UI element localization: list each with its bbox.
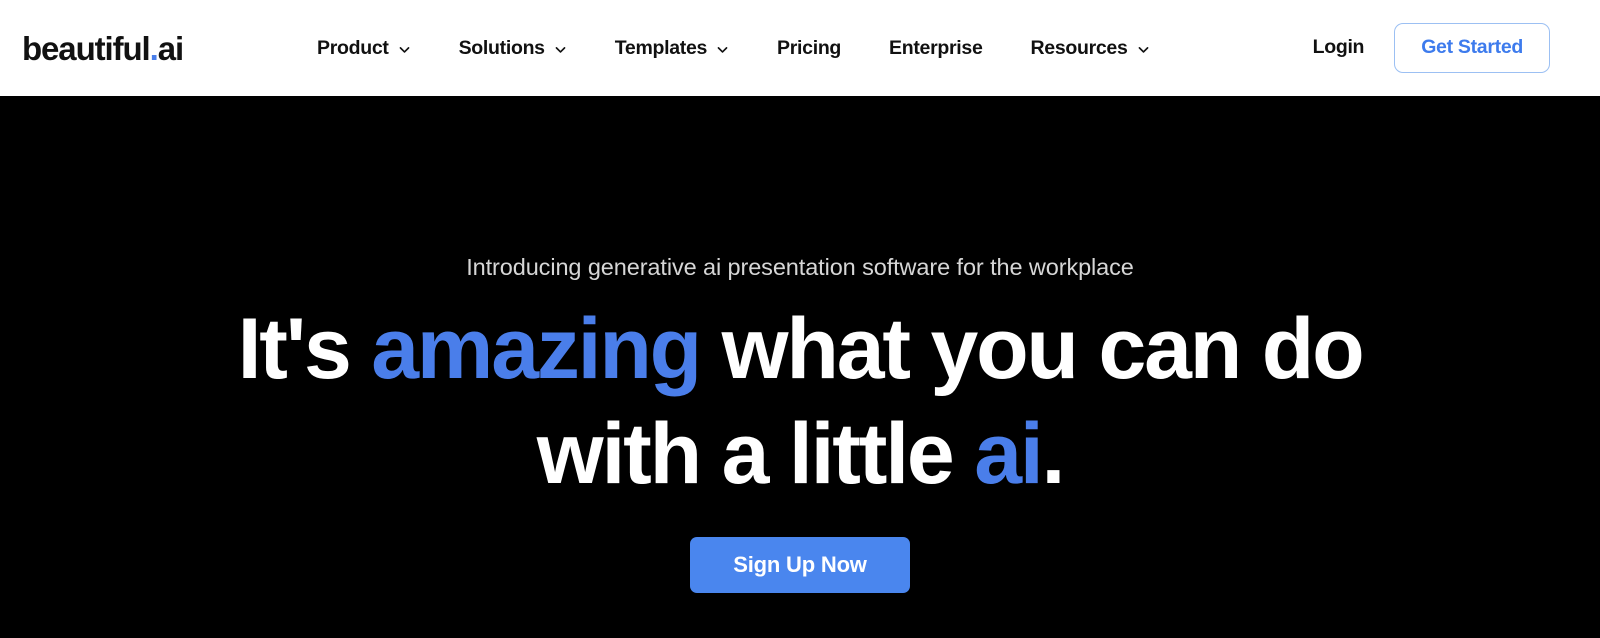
login-link[interactable]: Login <box>1283 28 1395 67</box>
nav-item-label: Resources <box>1030 36 1128 59</box>
chevron-down-icon <box>1137 43 1150 56</box>
hero-headline: It's amazing what you can do with a litt… <box>180 297 1420 507</box>
nav-item-label: Enterprise <box>889 36 983 59</box>
headline-accent-amazing: amazing <box>371 301 702 398</box>
nav-item-templates[interactable]: Templates <box>591 29 753 68</box>
chevron-down-icon <box>716 43 729 56</box>
headline-accent-ai: ai <box>974 406 1044 503</box>
site-header: beautiful.ai Product Solutions Templates <box>0 0 1600 96</box>
nav-item-label: Product <box>317 36 389 59</box>
get-started-button[interactable]: Get Started <box>1394 23 1550 73</box>
hero-section: Introducing generative ai presentation s… <box>0 96 1600 638</box>
nav-item-enterprise[interactable]: Enterprise <box>865 29 1006 68</box>
logo-word: beautiful <box>22 29 151 67</box>
headline-segment-1: It's <box>237 301 372 398</box>
nav-item-label: Templates <box>614 36 708 59</box>
nav-item-resources[interactable]: Resources <box>1007 29 1174 68</box>
sign-up-now-button[interactable]: Sign Up Now <box>690 537 910 594</box>
headline-segment-3: . <box>1041 406 1066 503</box>
logo-beautiful-ai[interactable]: beautiful.ai <box>22 29 184 67</box>
header-actions: Login Get Started <box>1283 23 1550 73</box>
nav-item-label: Pricing <box>777 36 842 59</box>
chevron-down-icon <box>398 43 411 56</box>
nav-item-solutions[interactable]: Solutions <box>435 29 591 68</box>
chevron-down-icon <box>554 43 567 56</box>
nav-item-product[interactable]: Product <box>293 29 435 68</box>
hero-eyebrow: Introducing generative ai presentation s… <box>466 254 1134 280</box>
nav-item-label: Solutions <box>458 36 545 59</box>
logo-suffix: ai <box>157 29 184 67</box>
primary-navigation: Product Solutions Templates Pricing Ente… <box>293 29 1174 68</box>
page-root: beautiful.ai Product Solutions Templates <box>0 0 1600 638</box>
nav-item-pricing[interactable]: Pricing <box>753 29 865 68</box>
logo-dot: . <box>149 29 159 67</box>
